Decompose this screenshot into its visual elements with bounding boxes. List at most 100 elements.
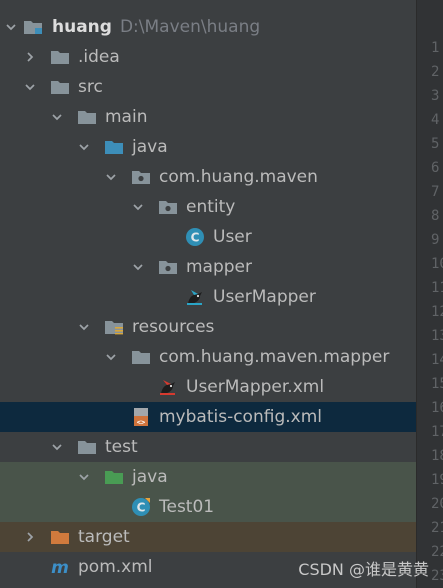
chevron-down-icon[interactable]: [78, 321, 90, 333]
xml-file-icon: <>: [134, 408, 148, 427]
chevron-right-icon[interactable]: [24, 51, 36, 63]
line-number: 16: [431, 400, 443, 416]
project-path: D:\Maven\huang: [119, 17, 261, 37]
line-number: 6: [431, 160, 440, 176]
svg-text:m: m: [51, 558, 69, 577]
svg-text:C: C: [137, 501, 146, 515]
tree-node-label: java: [132, 467, 168, 487]
folder-icon: [78, 111, 96, 124]
package-icon: [159, 261, 177, 274]
svg-text:<>: <>: [137, 419, 145, 427]
line-number: 22: [431, 544, 443, 560]
module-folder-icon: [24, 21, 42, 34]
tree-node-label: java: [132, 137, 168, 157]
line-number: 10: [431, 256, 443, 272]
resources-folder-icon: [105, 321, 123, 335]
tree-node-test-java[interactable]: java: [0, 462, 416, 492]
tree-node-label: mapper: [186, 257, 253, 277]
tree-node-label: UserMapper: [213, 287, 316, 307]
line-number: 4: [431, 112, 440, 128]
tree-node-user-mapper[interactable]: UserMapper: [0, 282, 416, 312]
line-number: 7: [431, 184, 440, 200]
line-number: 15: [431, 376, 443, 392]
line-number: 19: [431, 472, 443, 488]
tree-node-test[interactable]: test: [0, 432, 416, 462]
tree-node-label: Test01: [159, 497, 215, 517]
chevron-down-icon[interactable]: [105, 351, 117, 363]
package-icon: [132, 171, 150, 184]
tree-node-label: resources: [132, 317, 215, 337]
project-tree: huang D:\Maven\huang .idea src main java: [0, 0, 416, 588]
line-number: 20: [431, 496, 443, 512]
tree-node-main[interactable]: main: [0, 102, 416, 132]
line-number: 12: [431, 304, 443, 320]
project-name: huang: [52, 17, 112, 37]
folder-icon: [132, 351, 150, 364]
line-number: 18: [431, 448, 443, 464]
tree-node-label: com.huang.maven: [159, 167, 318, 187]
tree-node-java[interactable]: java: [0, 132, 416, 162]
tree-node-mapper[interactable]: mapper: [0, 252, 416, 282]
line-number: 9: [431, 232, 440, 248]
excluded-folder-icon: [51, 531, 69, 544]
chevron-right-icon[interactable]: [24, 531, 36, 543]
line-number: 2: [431, 64, 440, 80]
tree-node-label: com.huang.maven.mapper: [159, 347, 390, 367]
chevron-down-icon[interactable]: [78, 471, 90, 483]
class-icon: C: [186, 228, 204, 246]
mybatis-xml-icon: [160, 380, 175, 395]
line-number: 5: [431, 136, 440, 152]
project-tool-window: huang D:\Maven\huang .idea src main java: [0, 0, 443, 588]
chevron-down-icon[interactable]: [132, 201, 144, 213]
tree-node-label: .idea: [78, 47, 120, 67]
tree-node-mybatis-config[interactable]: <> mybatis-config.xml: [0, 402, 416, 432]
tree-node-label: target: [78, 527, 130, 547]
line-number: 13: [431, 328, 443, 344]
tree-node-label: User: [213, 227, 252, 247]
line-number: 11: [431, 280, 443, 296]
chevron-down-icon[interactable]: [24, 81, 36, 93]
folder-icon: [51, 51, 69, 64]
tree-node-resources-package[interactable]: com.huang.maven.mapper: [0, 342, 416, 372]
chevron-down-icon[interactable]: [51, 111, 63, 123]
project-label: huang D:\Maven\huang: [52, 12, 260, 42]
tree-node-label: main: [105, 107, 148, 127]
line-number: 3: [431, 88, 440, 104]
tree-node-label: entity: [186, 197, 236, 217]
tree-node-package[interactable]: com.huang.maven: [0, 162, 416, 192]
tree-node-project-huang[interactable]: huang D:\Maven\huang: [0, 12, 416, 42]
line-number-gutter: 1234567891011121314151617181920212223: [416, 0, 443, 588]
tree-node-idea[interactable]: .idea: [0, 42, 416, 72]
tree-node-label: UserMapper.xml: [186, 377, 325, 397]
maven-icon: m: [51, 558, 69, 577]
tree-node-resources[interactable]: resources: [0, 312, 416, 342]
tree-node-label: mybatis-config.xml: [159, 407, 322, 427]
line-number: 1: [431, 40, 440, 56]
svg-text:C: C: [191, 231, 200, 245]
tree-node-user-mapper-xml[interactable]: UserMapper.xml: [0, 372, 416, 402]
mybatis-bird-icon: [187, 290, 202, 305]
chevron-down-icon[interactable]: [78, 141, 90, 153]
folder-icon: [78, 441, 96, 454]
chevron-down-icon[interactable]: [51, 441, 63, 453]
tree-node-label: test: [105, 437, 138, 457]
chevron-down-icon[interactable]: [132, 261, 144, 273]
tree-node-src[interactable]: src: [0, 72, 416, 102]
tree-node-target[interactable]: target: [0, 522, 416, 552]
folder-icon: [51, 81, 69, 94]
tree-node-entity[interactable]: entity: [0, 192, 416, 222]
chevron-down-icon[interactable]: [5, 21, 17, 33]
line-number: 21: [431, 520, 443, 536]
package-icon: [159, 201, 177, 214]
tree-node-test01[interactable]: C Test01: [0, 492, 416, 522]
line-number: 8: [431, 208, 440, 224]
line-number: 23: [431, 568, 443, 584]
chevron-down-icon[interactable]: [105, 171, 117, 183]
watermark-text: CSDN @谁是黄黄: [298, 560, 429, 579]
test-folder-icon: [105, 471, 123, 484]
test-class-icon: C: [132, 498, 150, 516]
line-number: 17: [431, 424, 443, 440]
tree-node-user-class[interactable]: C User: [0, 222, 416, 252]
line-number: 14: [431, 352, 443, 368]
tree-node-label: pom.xml: [78, 557, 153, 577]
